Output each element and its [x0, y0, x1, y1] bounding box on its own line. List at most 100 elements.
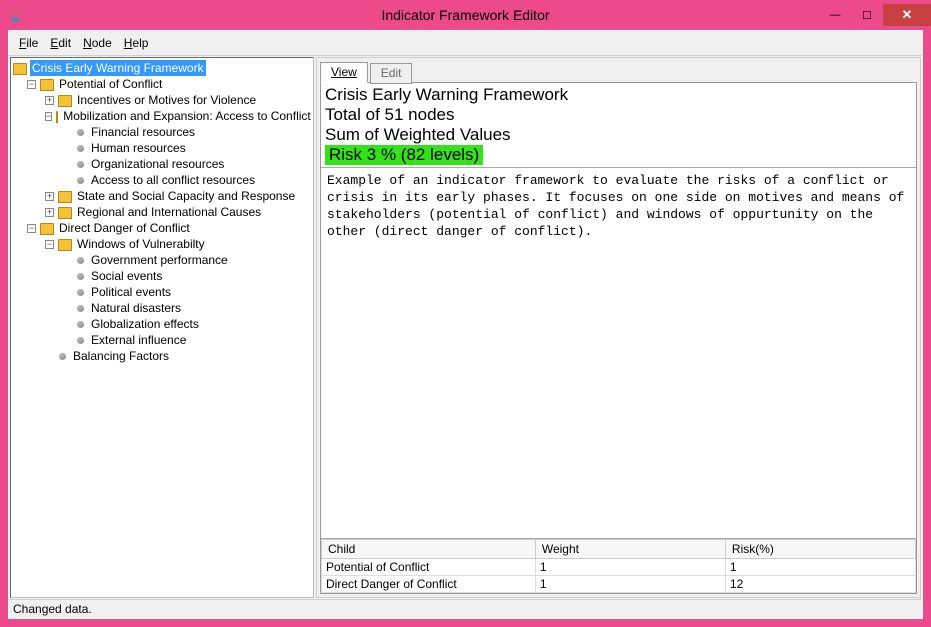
folder-icon [40, 223, 54, 235]
maximize-button[interactable]: ☐ [851, 4, 883, 26]
summary-block: Crisis Early Warning Framework Total of … [321, 83, 916, 168]
folder-icon [56, 111, 58, 123]
leaf-icon [77, 321, 84, 328]
tree-item[interactable]: −Mobilization and Expansion: Access to C… [11, 108, 314, 124]
tree-label: Political events [89, 284, 173, 300]
tree-item[interactable]: Balancing Factors [11, 348, 314, 364]
window-title: Indicator Framework Editor [381, 7, 549, 23]
tree-label: Windows of Vulnerabilty [75, 236, 207, 252]
tree-label: Natural disasters [89, 300, 183, 316]
menu-help[interactable]: Help [120, 35, 153, 51]
tree-item[interactable]: − Windows of Vulnerabilty [11, 236, 314, 252]
leaf-icon [77, 305, 84, 312]
menu-edit[interactable]: Edit [46, 35, 75, 51]
tab-label: View [331, 65, 357, 79]
tree-item[interactable]: − Potential of Conflict [11, 76, 314, 92]
tab-edit[interactable]: Edit [370, 63, 413, 84]
status-bar: Changed data. [9, 599, 922, 618]
tree-label: Government performance [89, 252, 230, 268]
tree-label: State and Social Capacity and Response [75, 188, 297, 204]
cell: 1 [535, 559, 725, 576]
tree-label: Balancing Factors [71, 348, 171, 364]
collapse-icon[interactable]: − [27, 224, 36, 233]
menu-node[interactable]: Node [79, 35, 116, 51]
tree-label: Financial resources [89, 124, 197, 140]
tree-item[interactable]: Financial resources [11, 124, 314, 140]
tree-label: Mobilization and Expansion: Access to Co… [61, 108, 314, 124]
tab-bar: View Edit [317, 58, 920, 82]
tree-label: Organizational resources [89, 156, 226, 172]
collapse-icon[interactable]: − [45, 112, 52, 121]
summary-risk: Risk 3 % (82 levels) [325, 145, 483, 165]
leaf-icon [77, 273, 84, 280]
cell: 1 [725, 559, 915, 576]
col-risk: Risk(%) [725, 540, 915, 559]
tree-label: Social events [89, 268, 164, 284]
minimize-button[interactable]: — [819, 4, 851, 26]
leaf-icon [77, 145, 84, 152]
folder-icon [58, 95, 72, 107]
leaf-icon [77, 257, 84, 264]
tree-item[interactable]: + State and Social Capacity and Response [11, 188, 314, 204]
folder-icon [13, 63, 27, 75]
java-icon [8, 7, 24, 23]
leaf-icon [77, 129, 84, 136]
collapse-icon[interactable]: − [27, 80, 36, 89]
tree-label: Incentives or Motives for Violence [75, 92, 258, 108]
child-table: Child Weight Risk(%) Potential of Confli… [321, 538, 916, 593]
summary-sum: Sum of Weighted Values [325, 125, 912, 145]
summary-title: Crisis Early Warning Framework [325, 85, 912, 105]
tree-panel[interactable]: Crisis Early Warning Framework − Potentia… [10, 57, 314, 598]
tree-item[interactable]: Social events [11, 268, 314, 284]
tree-label: Access to all conflict resources [89, 172, 257, 188]
close-button[interactable]: ✕ [883, 4, 931, 26]
table-row[interactable]: Direct Danger of Conflict 1 12 [322, 576, 916, 593]
tree-item[interactable]: Access to all conflict resources [11, 172, 314, 188]
tree-item[interactable]: Natural disasters [11, 300, 314, 316]
tree-label: External influence [89, 332, 188, 348]
leaf-icon [77, 289, 84, 296]
tab-view[interactable]: View [320, 62, 368, 83]
leaf-icon [59, 353, 66, 360]
tree-item[interactable]: +Regional and International Causes [11, 204, 314, 220]
tree-label: Potential of Conflict [57, 76, 164, 92]
cell: 1 [535, 576, 725, 593]
tree-label: Human resources [89, 140, 188, 156]
tree-item[interactable]: Globalization effects [11, 316, 314, 332]
folder-icon [58, 207, 72, 219]
menu-file[interactable]: File [15, 35, 42, 51]
tree-item[interactable]: Human resources [11, 140, 314, 156]
tree-root[interactable]: Crisis Early Warning Framework [11, 60, 314, 76]
leaf-icon [77, 337, 84, 344]
detail-panel: View Edit Crisis Early Warning Framework… [316, 57, 921, 598]
tree-item[interactable]: Political events [11, 284, 314, 300]
expand-icon[interactable]: + [45, 192, 54, 201]
tree-item[interactable]: + Incentives or Motives for Violence [11, 92, 314, 108]
table-row[interactable]: Potential of Conflict 1 1 [322, 559, 916, 576]
summary-total: Total of 51 nodes [325, 105, 912, 125]
cell: Direct Danger of Conflict [322, 576, 536, 593]
table-header-row: Child Weight Risk(%) [322, 540, 916, 559]
expand-icon[interactable]: + [45, 208, 54, 217]
tree-item[interactable]: External influence [11, 332, 314, 348]
description-text: Example of an indicator framework to eva… [321, 168, 916, 538]
tree-item[interactable]: Government performance [11, 252, 314, 268]
tree-label: Crisis Early Warning Framework [30, 60, 206, 76]
expand-icon[interactable]: + [45, 96, 54, 105]
tree-item[interactable]: Organizational resources [11, 156, 314, 172]
tree-label: Globalization effects [89, 316, 201, 332]
collapse-icon[interactable]: − [45, 240, 54, 249]
tree-label: Direct Danger of Conflict [57, 220, 192, 236]
col-weight: Weight [535, 540, 725, 559]
cell: 12 [725, 576, 915, 593]
leaf-icon [77, 177, 84, 184]
folder-icon [58, 239, 72, 251]
folder-icon [58, 191, 72, 203]
cell: Potential of Conflict [322, 559, 536, 576]
folder-icon [40, 79, 54, 91]
menubar: File Edit Node Help [9, 31, 922, 56]
titlebar: Indicator Framework Editor — ☐ ✕ [0, 0, 931, 30]
col-child: Child [322, 540, 536, 559]
tree-item[interactable]: − Direct Danger of Conflict [11, 220, 314, 236]
leaf-icon [77, 161, 84, 168]
